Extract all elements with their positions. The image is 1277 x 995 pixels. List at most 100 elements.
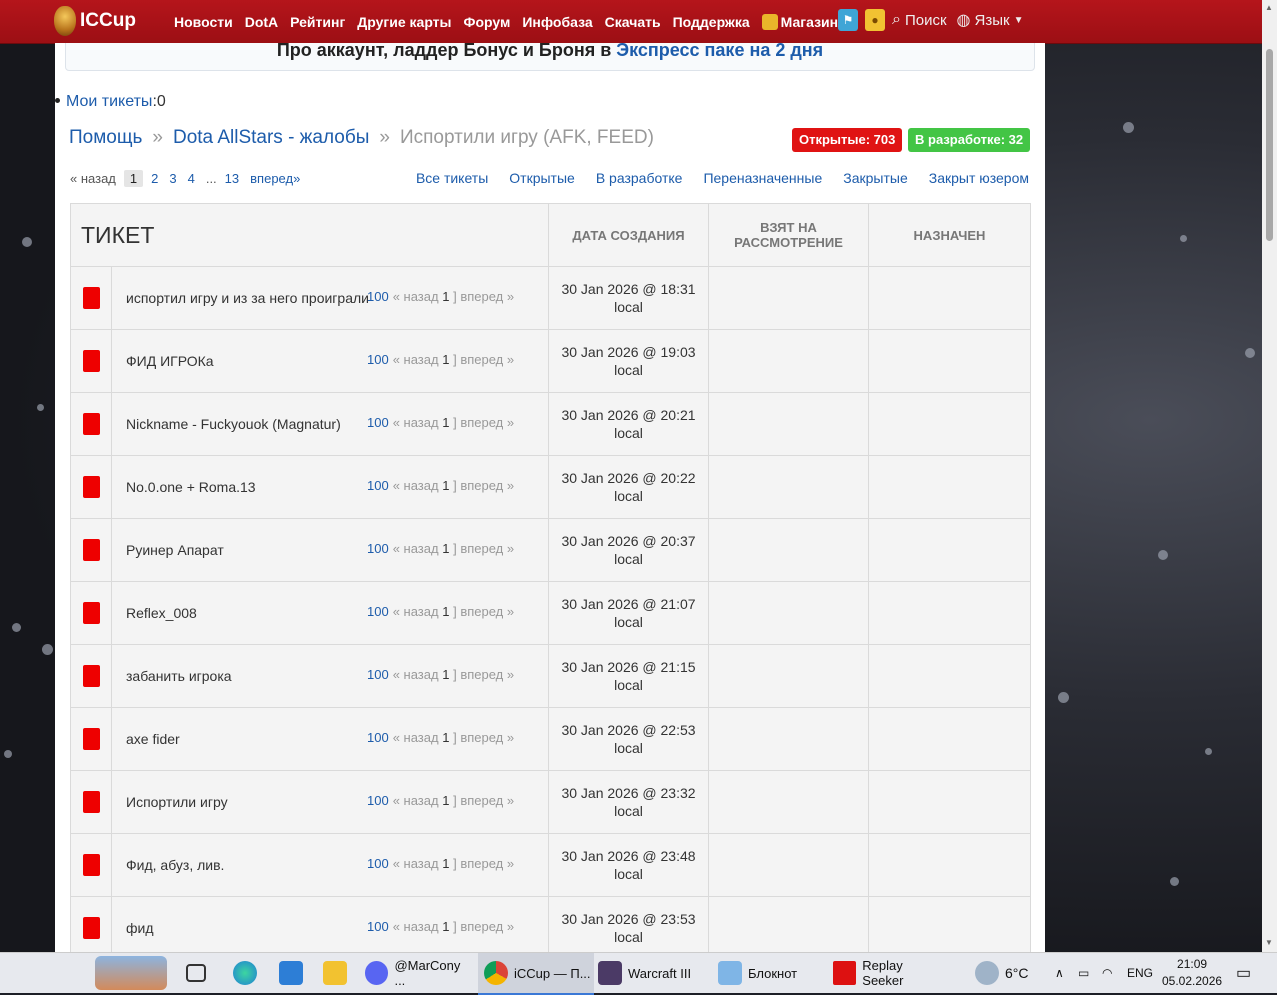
nav-shop[interactable]: Магазин (761, 13, 838, 30)
pager-next[interactable]: вперед» (250, 171, 300, 186)
breadcrumb-help[interactable]: Помощь (69, 127, 142, 148)
ticket-title[interactable]: забанить игрока (126, 668, 232, 684)
windows-taskbar: @MarCony ... iCCup — П... Warcraft III Б… (0, 952, 1277, 995)
nav-news[interactable]: Новости (174, 14, 233, 30)
nav-rating[interactable]: Рейтинг (290, 14, 345, 30)
ticket-mini-number[interactable]: 100 (367, 919, 389, 934)
explorer-button[interactable] (323, 953, 353, 993)
ticket-mini-number[interactable]: 100 (367, 667, 389, 682)
filter-closed[interactable]: Закрытые (843, 170, 907, 186)
ticket-mini-page: 1 (442, 919, 450, 934)
table-row[interactable]: Фид, абуз, лив. 100 « назад 1 ] вперед » 30… (70, 833, 1031, 897)
table-row[interactable]: No.0.one + Roma.13 100 « назад 1 ] вперед … (70, 455, 1031, 519)
mail-button[interactable] (279, 953, 309, 993)
ticket-mini-prev: « назад (392, 730, 439, 745)
edge-button[interactable] (233, 953, 263, 993)
table-row[interactable]: Руинер Апарат 100 « назад 1 ] вперед » 30 J… (70, 518, 1031, 582)
assigned-cell (868, 581, 1031, 645)
in-dev-tickets-badge[interactable]: В разработке: 32 (908, 128, 1031, 152)
ticket-mini-number[interactable]: 100 (367, 541, 389, 556)
my-tickets-link[interactable]: Мои тикеты (66, 93, 152, 110)
table-row[interactable]: забанить игрока 100 « назад 1 ] вперед » 30… (70, 644, 1031, 708)
ticket-title[interactable]: axe fider (126, 731, 180, 747)
nav-forum[interactable]: Форум (464, 14, 511, 30)
tray-chevron-icon[interactable]: ∧ (1055, 953, 1064, 993)
ticket-title[interactable]: Руинер Апарат (126, 542, 224, 558)
pager-page[interactable]: 2 (151, 171, 158, 186)
table-row[interactable]: Nickname - Fuckyouok (Magnatur) 100 « наза… (70, 392, 1031, 456)
ticket-mini-number[interactable]: 100 (367, 415, 389, 430)
date-suffix: local (614, 362, 643, 378)
open-tickets-badge[interactable]: Открытые: 703 (792, 128, 903, 152)
start-landscape-thumbnail[interactable] (95, 953, 173, 993)
taskbar-chrome[interactable]: iCCup — П... (478, 953, 594, 995)
pager-page-last[interactable]: 13 (225, 171, 239, 186)
wifi-icon[interactable]: ◠ (1102, 953, 1112, 993)
ticket-mini-number[interactable]: 100 (367, 289, 389, 304)
taskbar-warcraft[interactable]: Warcraft III (598, 953, 706, 993)
ticket-cell: забанить игрока 100 « назад 1 ] вперед » (111, 644, 549, 708)
taskbar-clock[interactable]: 21:09 05.02.2026 (1162, 956, 1222, 990)
nav-dota[interactable]: DotA (245, 14, 278, 30)
language-dropdown[interactable]: ◍ Язык ▼ (957, 10, 1028, 30)
ticket-mini-number[interactable]: 100 (367, 793, 389, 808)
ticket-title[interactable]: No.0.one + Roma.13 (126, 479, 256, 495)
ticket-mini-number[interactable]: 100 (367, 478, 389, 493)
ticket-mini-page: 1 (442, 289, 450, 304)
scroll-down-arrow-icon[interactable]: ▼ (1265, 938, 1273, 947)
taskbar-replay-seeker[interactable]: Replay Seeker (833, 953, 945, 993)
notifications-icon[interactable]: ▭ (1236, 953, 1251, 993)
scroll-up-arrow-icon[interactable]: ▲ (1265, 3, 1273, 12)
promo-link[interactable]: Экспресс паке на 2 дня (616, 43, 823, 60)
input-language[interactable]: ENG (1127, 953, 1153, 993)
ticket-title[interactable]: Nickname - Fuckyouok (Magnatur) (126, 416, 341, 432)
iccup-logo[interactable]: ICCup (54, 5, 136, 37)
table-row[interactable]: испортил игру и из за него проиграли 100 «… (70, 266, 1031, 330)
task-view-button[interactable] (186, 953, 212, 993)
filter-all[interactable]: Все тикеты (416, 170, 488, 186)
filter-open[interactable]: Открытые (509, 170, 575, 186)
ticket-mini-pager: 100 « назад 1 ] вперед » (367, 289, 514, 304)
status-flag-icon (82, 539, 100, 561)
table-row[interactable]: Испортили игру 100 « назад 1 ] вперед » 30 … (70, 770, 1031, 834)
ticket-title[interactable]: Фид, абуз, лив. (126, 857, 224, 873)
ticket-mini-number[interactable]: 100 (367, 856, 389, 871)
nav-support[interactable]: Поддержка (673, 14, 750, 30)
tickets-body: испортил игру и из за него проиграли 100 «… (70, 266, 1031, 952)
ticket-title[interactable]: фид (126, 920, 154, 936)
breadcrumb-section[interactable]: Dota AllStars - жалобы (173, 127, 369, 148)
search-link[interactable]: ⌕ Поиск (892, 11, 947, 29)
profile-icon[interactable]: ● (865, 9, 885, 31)
ticket-title[interactable]: ФИД ИГРОКа (126, 353, 214, 369)
ticket-title[interactable]: Reflex_008 (126, 605, 197, 621)
my-tickets: Мои тикеты:0 (55, 93, 166, 111)
breadcrumb-separator: » (152, 127, 163, 148)
game-client-icon[interactable]: ⚑ (838, 9, 858, 31)
ticket-mini-number[interactable]: 100 (367, 730, 389, 745)
ticket-mini-number[interactable]: 100 (367, 352, 389, 367)
pager-page[interactable]: 3 (169, 171, 176, 186)
page-scrollbar[interactable]: ▲ ▼ (1262, 0, 1277, 952)
ticket-title[interactable]: испортил игру и из за него проиграли (126, 290, 369, 306)
filter-in-dev[interactable]: В разработке (596, 170, 683, 186)
table-row[interactable]: ФИД ИГРОКа 100 « назад 1 ] вперед » 30 Jan … (70, 329, 1031, 393)
nav-other-maps[interactable]: Другие карты (357, 14, 451, 30)
filter-closed-by-user[interactable]: Закрыт юзером (929, 170, 1029, 186)
ticket-mini-sep: ] (453, 730, 457, 745)
filter-reassigned[interactable]: Переназначенные (703, 170, 822, 186)
weather-widget[interactable]: 6°C (975, 953, 1029, 993)
taskbar-notepad[interactable]: Блокнот (718, 953, 826, 993)
table-row[interactable]: Reflex_008 100 « назад 1 ] вперед » 30 Jan … (70, 581, 1031, 645)
top-navigation-bar: ICCup Новости DotA Рейтинг Другие карты … (0, 0, 1262, 44)
ticket-mini-number[interactable]: 100 (367, 604, 389, 619)
table-row[interactable]: axe fider 100 « назад 1 ] вперед » 30 Jan 2… (70, 707, 1031, 771)
nav-download[interactable]: Скачать (605, 14, 661, 30)
ticket-title[interactable]: Испортили игру (126, 794, 228, 810)
battery-icon[interactable]: ▭ (1078, 953, 1089, 993)
table-row[interactable]: фид 100 « назад 1 ] вперед » 30 Jan 2026 @ … (70, 896, 1031, 952)
pager-page[interactable]: 4 (188, 171, 195, 186)
scrollbar-thumb[interactable] (1266, 49, 1273, 241)
taskbar-discord[interactable]: @MarCony ... (365, 953, 473, 993)
ticket-mini-page: 1 (442, 415, 450, 430)
nav-infobase[interactable]: Инфобаза (522, 14, 592, 30)
